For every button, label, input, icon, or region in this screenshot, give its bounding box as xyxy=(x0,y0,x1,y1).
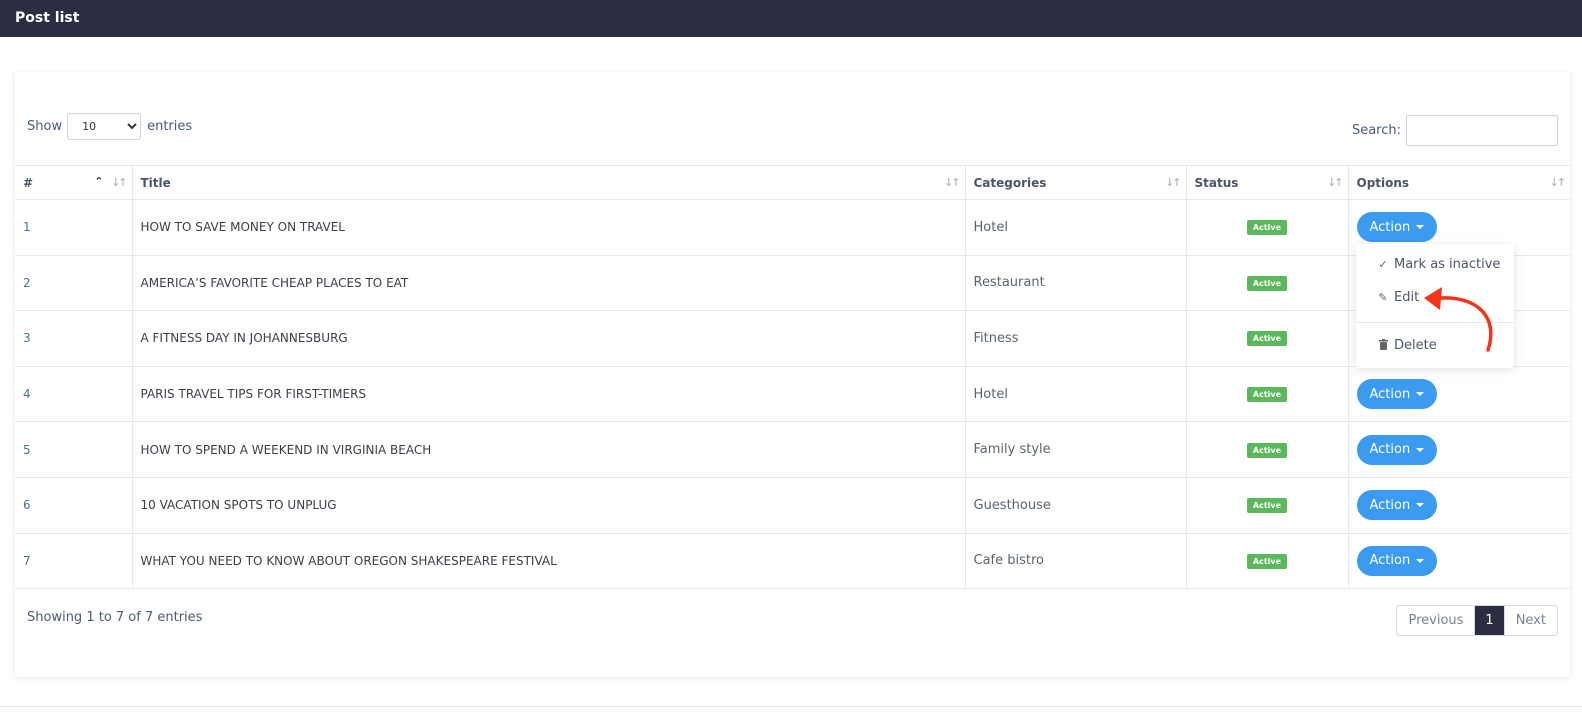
bottom-divider xyxy=(0,706,1582,707)
annotation-arrow xyxy=(1424,287,1493,352)
page-title: Post list xyxy=(15,10,80,26)
page-header: Post list xyxy=(0,0,1582,37)
post-list-card: Show 10 entries Search: # ⌃ ↓↑ Title ↓↑ xyxy=(15,72,1570,677)
